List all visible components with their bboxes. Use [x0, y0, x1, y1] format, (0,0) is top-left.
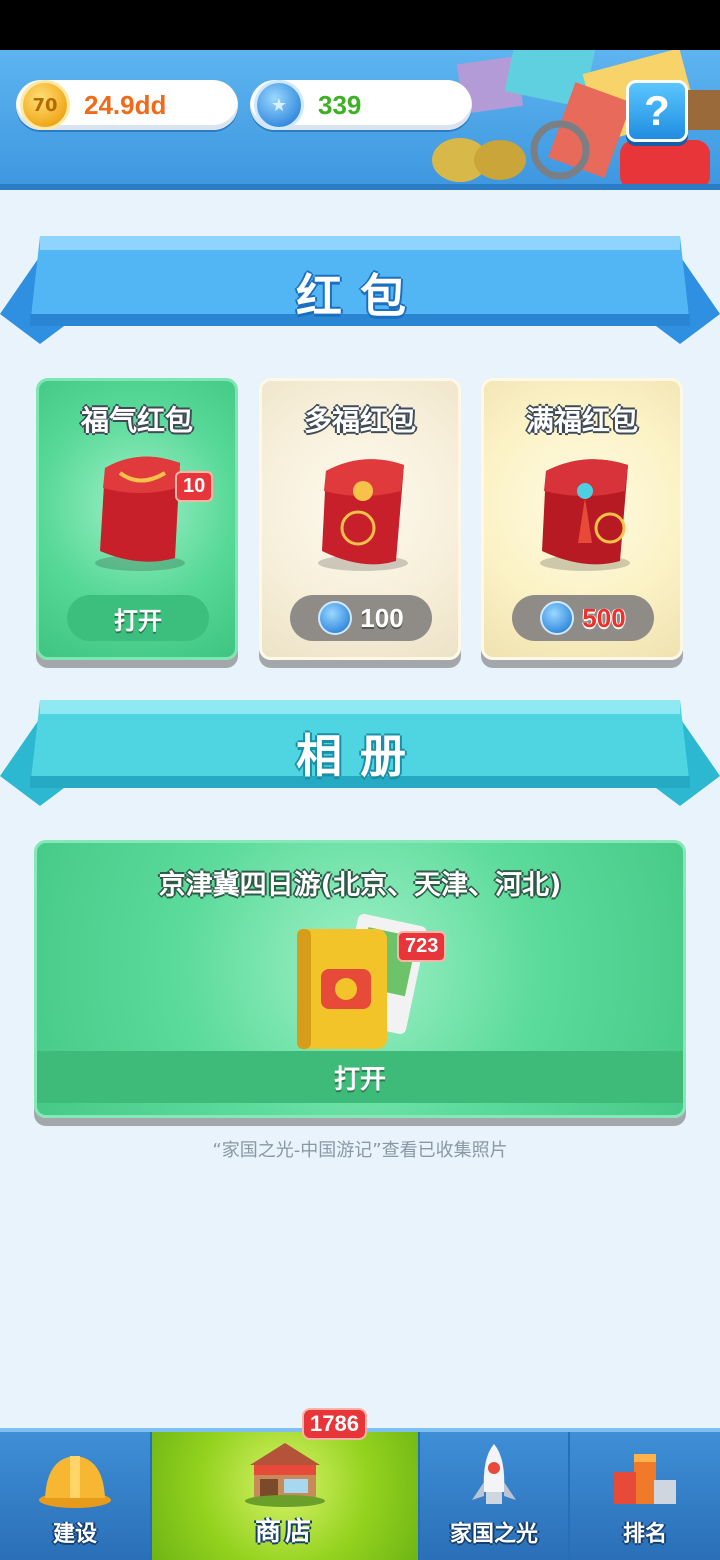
nav-home-label: 家国之光 [449, 1522, 538, 1547]
hard-hat-icon [39, 1456, 111, 1508]
shop-count-badge: 1786 [302, 1408, 367, 1440]
card-count-badge: 10 [175, 471, 214, 502]
album-section-banner: 相册 [0, 700, 720, 820]
red-packet-card-duofu[interactable]: 多福红包 100 [259, 378, 461, 660]
top-header: 70 24.9dd ★ 339 ? [0, 50, 720, 190]
gem-balance: ★ 339 [250, 80, 472, 130]
coin-icon-text: 70 [32, 94, 58, 116]
red-envelope-icon [540, 459, 630, 571]
red-packet-card-manfu[interactable]: 满福红包 500 [481, 378, 683, 660]
buy-with-gems-button[interactable]: 100 [290, 595, 432, 641]
help-button[interactable]: ? [626, 80, 688, 142]
shop-building-icon [245, 1443, 325, 1507]
nav-build[interactable]: 建设 [0, 1432, 150, 1560]
red-envelope-icon [95, 456, 185, 571]
red-packet-card-fuqi[interactable]: 福气红包 10 打开 [36, 378, 238, 660]
card-title: 福气红包 [80, 404, 193, 437]
nav-rank[interactable]: 排名 [570, 1432, 720, 1560]
nav-home-glory[interactable]: 家国之光 [420, 1432, 570, 1560]
card-title: 多福红包 [303, 404, 416, 437]
red-envelope-icon [318, 459, 408, 571]
album-hint-text: “家国之光-中国游记”查看已收集照片 [212, 1140, 508, 1161]
coin-value: 24.9dd [84, 89, 167, 120]
nav-rank-label: 排名 [622, 1522, 667, 1547]
album-open-button[interactable]: 打开 [37, 1051, 683, 1103]
cost-value: 500 [582, 602, 626, 633]
nav-build-label: 建设 [52, 1522, 97, 1547]
gem-icon: ★ [254, 80, 304, 130]
album-section-title: 相册 [296, 729, 424, 783]
nav-shop-label: 商店 [254, 1517, 315, 1547]
podium-icon [614, 1454, 676, 1504]
gem-value: 339 [318, 89, 362, 120]
status-bar [0, 0, 720, 50]
album-count-badge: 723 [397, 931, 447, 962]
nav-shop[interactable]: 商店 [150, 1432, 420, 1560]
buy-with-gems-button[interactable]: 500 [512, 595, 654, 641]
bottom-navigation: 建设 商店 家国之光 排名 [0, 1428, 720, 1560]
coin-icon: 70 [20, 80, 70, 130]
album-card-title: 京津冀四日游(北京、天津、河北) [158, 870, 562, 901]
red-packet-section-banner: 红包 [0, 236, 720, 356]
open-button[interactable]: 打开 [67, 595, 209, 641]
red-packet-section-title: 红包 [296, 269, 424, 323]
gem-icon [540, 601, 575, 635]
coin-balance: 70 24.9dd [16, 80, 238, 130]
album-card[interactable]: 京津冀四日游(北京、天津、河北) 723 打开 [34, 840, 686, 1118]
rocket-icon [472, 1444, 516, 1504]
cost-value: 100 [360, 602, 404, 633]
card-title: 满福红包 [525, 404, 638, 437]
gem-icon [318, 601, 353, 635]
